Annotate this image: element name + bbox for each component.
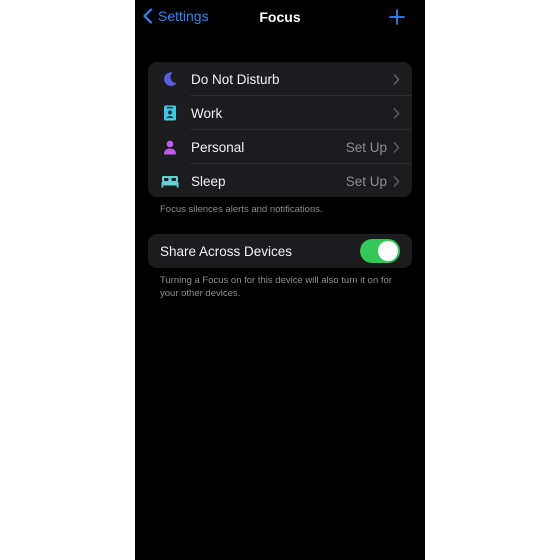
focus-item-label: Personal	[191, 139, 245, 155]
focus-settings-screen: Settings Focus Do Not Disturb Work Perso…	[135, 0, 425, 560]
focus-modes-list: Do Not Disturb Work Personal Set Up Slee…	[148, 62, 412, 197]
focus-item-do-not-disturb[interactable]: Do Not Disturb	[148, 62, 412, 96]
focus-item-label: Work	[191, 105, 223, 121]
share-footnote: Turning a Focus on for this device will …	[160, 275, 392, 299]
chevron-right-icon	[393, 73, 400, 85]
focus-item-value: Set Up	[345, 173, 387, 189]
focus-item-sleep[interactable]: Sleep Set Up	[148, 164, 412, 197]
focus-item-value: Set Up	[345, 139, 387, 155]
chevron-right-icon	[393, 175, 400, 187]
share-across-devices-row: Share Across Devices	[148, 234, 412, 268]
page-title: Focus	[259, 9, 301, 25]
focus-footnote: Focus silences alerts and notifications.	[160, 204, 323, 215]
focus-item-label: Do Not Disturb	[191, 71, 280, 87]
chevron-right-icon	[393, 107, 400, 119]
plus-icon[interactable]	[389, 9, 405, 25]
focus-item-label: Sleep	[191, 173, 226, 189]
moon-icon	[161, 70, 179, 88]
person-icon	[161, 138, 179, 156]
share-across-devices-toggle[interactable]	[360, 239, 400, 263]
focus-item-personal[interactable]: Personal Set Up	[148, 130, 412, 164]
bed-icon	[161, 172, 179, 190]
focus-item-work[interactable]: Work	[148, 96, 412, 130]
toggle-knob	[378, 241, 398, 261]
id-badge-icon	[161, 104, 179, 122]
chevron-right-icon	[393, 141, 400, 153]
navigation-bar: Settings Focus	[135, 0, 425, 36]
